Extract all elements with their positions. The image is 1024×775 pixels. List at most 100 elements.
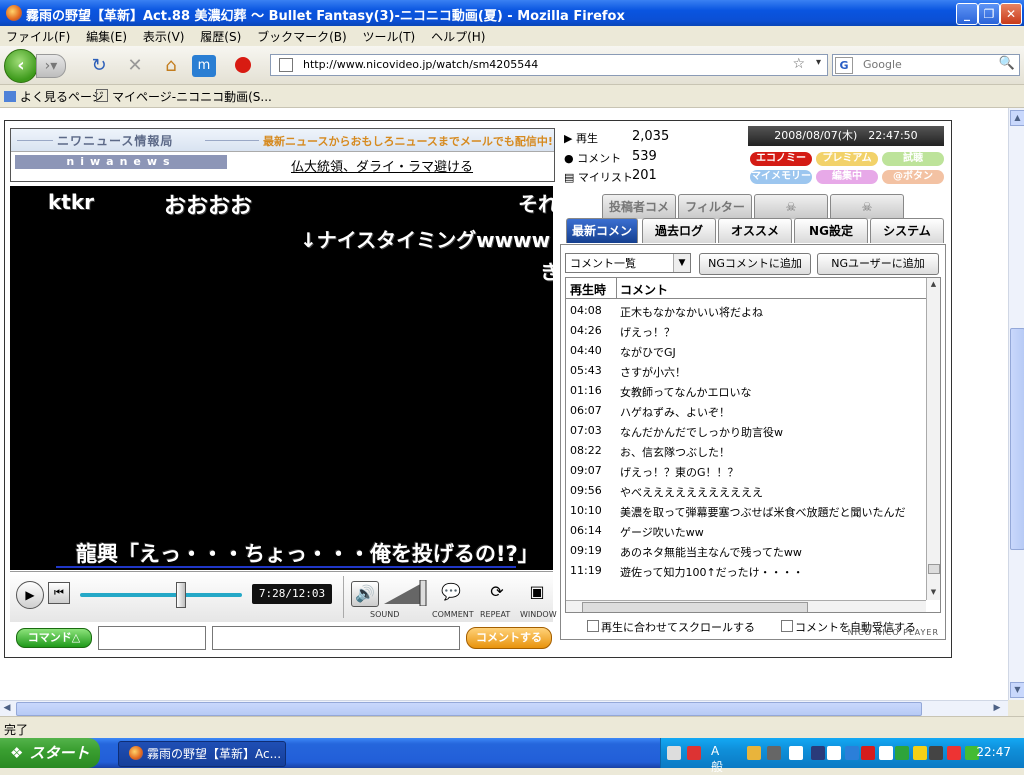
mute-button[interactable]: 🔊 [351, 581, 379, 607]
ime-icon[interactable]: A 般 [711, 744, 725, 774]
repeat-button[interactable]: ⟳ [484, 580, 510, 604]
comment-list-select[interactable]: コメント一覧 ▼ [565, 253, 691, 273]
scroll-up-icon[interactable]: ▲ [928, 278, 939, 290]
tab-ng-settings[interactable]: NG設定 [794, 218, 868, 243]
table-row[interactable]: 06:07 ハゲねずみ、よいぞ！ [566, 400, 924, 420]
stop-icon[interactable]: ✕ [124, 55, 146, 77]
tab-system[interactable]: システム [870, 218, 944, 243]
tab-locked-2[interactable]: ☠ [830, 194, 904, 219]
ati-icon[interactable] [861, 746, 875, 760]
bookmark-most-visited[interactable]: よく見るページ [4, 88, 104, 105]
table-row[interactable]: 04:40 ながひでGJ [566, 340, 924, 360]
window-button[interactable]: ▣ [524, 580, 550, 604]
table-row[interactable]: 01:16 女教師ってなんかエロいな [566, 380, 924, 400]
news-headline-link[interactable]: 仏大統領、ダライ・ラマ避ける [291, 156, 473, 175]
video-screen[interactable]: ktkr おおおお それ ↓ナイスタイミングwwww き 龍興「えっ・・・ちょっ… [10, 186, 553, 570]
record-icon[interactable] [232, 55, 254, 77]
page-horizontal-scrollbar[interactable]: ◀ ▶ [0, 700, 1008, 717]
addon-icon[interactable]: m [192, 55, 216, 77]
column-comment[interactable]: コメント [620, 281, 668, 298]
table-row[interactable]: 04:08 正木もなかなかいい将だよね [566, 300, 924, 320]
skip-back-button[interactable]: ⏮ [48, 582, 70, 604]
tab-locked-1[interactable]: ☠ [754, 194, 828, 219]
scroll-right-icon[interactable]: ▶ [990, 702, 1004, 715]
menu-view[interactable]: 表示(V) [137, 26, 191, 45]
tray-app-icon[interactable] [895, 746, 909, 760]
scroll-thumb[interactable] [582, 602, 808, 612]
table-row[interactable]: 09:19 あのネタ無能当主なんで残ってたww [566, 540, 924, 560]
comment-list-horizontal-scrollbar[interactable] [566, 600, 926, 612]
search-icon[interactable]: 🔍 [999, 56, 1015, 71]
menu-file[interactable]: ファイル(F) [0, 26, 76, 45]
my-memory-button[interactable]: マイメモリー [750, 170, 812, 184]
add-ng-user-button[interactable]: NGユーザーに追加 [817, 253, 939, 275]
tab-recommended[interactable]: オススメ [718, 218, 792, 243]
minimize-button[interactable]: _ [956, 3, 978, 25]
tab-filter[interactable]: フィルター [678, 194, 752, 219]
comment-list-vertical-scrollbar[interactable]: ▲ ▼ [926, 278, 940, 600]
tray-app-icon[interactable] [947, 746, 961, 760]
table-row[interactable]: 09:56 やべえええええええええええ [566, 480, 924, 500]
menu-edit[interactable]: 編集(E) [80, 26, 133, 45]
page-vertical-scrollbar[interactable]: ▲ ▼ [1008, 108, 1024, 700]
back-button[interactable]: ‹ [4, 49, 38, 83]
url-bar[interactable]: http://www.nicovideo.jp/watch/sm4205544 … [270, 54, 828, 76]
comment-toggle-button[interactable]: 💬 [438, 580, 464, 604]
scroll-down-icon[interactable]: ▼ [928, 586, 939, 598]
taskbar-item-firefox[interactable]: 霧雨の野望【革新】Ac... [118, 741, 286, 767]
forward-button[interactable]: ›▾ [36, 54, 66, 78]
bookmark-star-icon[interactable]: ☆ [792, 56, 805, 72]
scroll-thumb[interactable] [928, 564, 940, 574]
table-row[interactable]: 08:22 お、信玄隊つぶした！ [566, 440, 924, 460]
table-row[interactable]: 06:14 ゲージ吹いたww [566, 520, 924, 540]
volume-slider[interactable] [384, 580, 428, 606]
scroll-up-icon[interactable]: ▲ [1010, 110, 1024, 126]
tab-latest-comments[interactable]: 最新コメント [566, 218, 638, 262]
table-row[interactable]: 05:43 さすが小六！ [566, 360, 924, 380]
search-box[interactable]: G 🔍 [832, 54, 1020, 76]
scroll-left-icon[interactable]: ◀ [0, 702, 14, 715]
menu-help[interactable]: ヘルプ(H) [425, 26, 491, 45]
keyboard-icon[interactable] [667, 746, 681, 760]
tray-app-icon[interactable] [767, 746, 781, 760]
command-input[interactable] [98, 626, 206, 650]
tray-app-icon[interactable] [687, 746, 701, 760]
tray-app-icon[interactable] [811, 746, 825, 760]
tray-app-icon[interactable] [913, 746, 927, 760]
tray-app-icon[interactable] [827, 746, 841, 760]
seek-handle[interactable] [176, 582, 187, 608]
tray-app-icon[interactable] [747, 746, 761, 760]
network-icon[interactable] [845, 746, 859, 760]
bookmark-mypage[interactable]: マイページ‐ニコニコ動画(S... [96, 88, 272, 105]
close-button[interactable]: ✕ [1000, 3, 1022, 25]
tab-past-log[interactable]: 過去ログ [642, 218, 716, 243]
post-comment-button[interactable]: コメントする [466, 627, 552, 649]
tab-uploader-comment[interactable]: 投稿者コメ [602, 194, 676, 219]
scroll-thumb[interactable] [1010, 328, 1024, 550]
volume-tray-icon[interactable] [929, 746, 943, 760]
table-row[interactable]: 07:03 なんだかんだでしっかり助言役w [566, 420, 924, 440]
search-input[interactable] [863, 57, 993, 71]
seek-bar[interactable] [80, 593, 242, 597]
news-banner[interactable]: ニワニュース情報局 最新ニュースからおもしろニュースまでメールでも配信中! ni… [10, 128, 555, 182]
add-ng-comment-button[interactable]: NGコメントに追加 [699, 253, 811, 275]
home-icon[interactable]: ⌂ [160, 55, 182, 77]
menu-tools[interactable]: ツール(T) [357, 26, 422, 45]
menu-history[interactable]: 履歴(S) [194, 26, 247, 45]
tray-app-icon[interactable] [879, 746, 893, 760]
menu-bookmarks[interactable]: ブックマーク(B) [251, 26, 353, 45]
table-row[interactable]: 09:07 げえっ！？東のG！！？ [566, 460, 924, 480]
reload-icon[interactable]: ↻ [88, 55, 110, 77]
command-button[interactable]: コマンド△ [16, 628, 92, 648]
play-button[interactable]: ▶ [16, 581, 44, 609]
table-row[interactable]: 10:10 美濃を取って弾幕要塞つぶせば米食べ放題だと聞いたんだ [566, 500, 924, 520]
at-button[interactable]: @ボタン [882, 170, 944, 184]
search-engine-icon[interactable]: G [835, 57, 853, 74]
column-time[interactable]: 再生時 [570, 281, 606, 298]
table-row[interactable]: 04:26 げえっ！？ [566, 320, 924, 340]
help-icon[interactable] [789, 746, 803, 760]
sync-scroll-checkbox[interactable]: 再生に合わせてスクロールする [587, 619, 755, 635]
table-row[interactable]: 11:19 遊佐って知力100↑だったけ・・・・ [566, 560, 924, 580]
start-button[interactable]: ❖ スタート [0, 738, 100, 768]
maximize-button[interactable]: ❐ [978, 3, 1000, 25]
